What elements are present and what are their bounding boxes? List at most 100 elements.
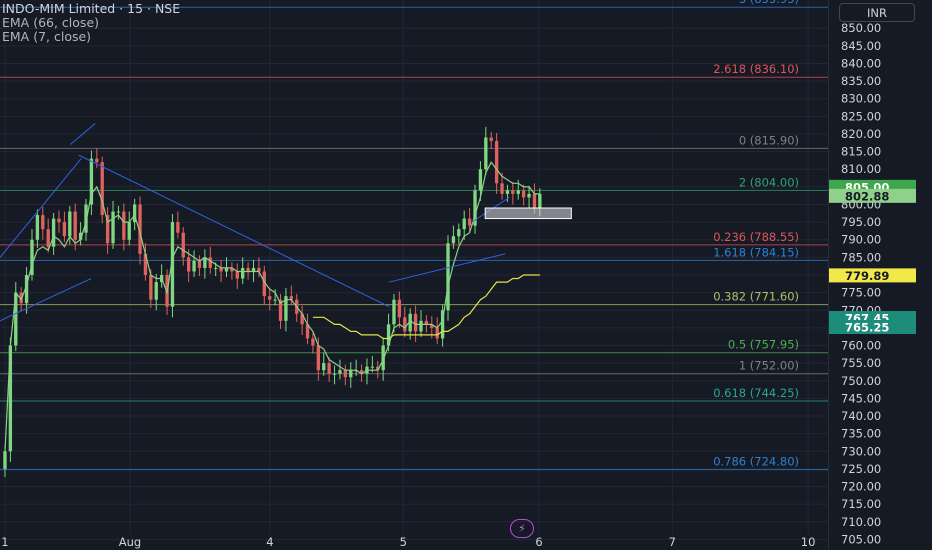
price-tick-label: 705.00 — [841, 532, 881, 546]
price-tick-label: 785.00 — [841, 250, 881, 264]
price-tick-label: 810.00 — [841, 162, 881, 176]
candle-body — [322, 363, 326, 371]
candle-body — [197, 260, 202, 268]
price-tick-label: 725.00 — [841, 462, 881, 476]
price-tick-label: 720.00 — [841, 480, 881, 494]
candle-body — [35, 215, 40, 240]
chart-legend: INDO-MIM Limited · 15 · NSE EMA (66, clo… — [2, 2, 180, 44]
candle-body — [116, 211, 121, 213]
time-tick-label: 10 — [801, 535, 816, 549]
fib-level-label: 0.236 (788.55) — [713, 230, 799, 244]
price-tick-label: 755.00 — [841, 356, 881, 370]
price-tag-label: 779.89 — [845, 269, 889, 283]
candle-body — [511, 190, 515, 194]
candle-body — [73, 211, 77, 240]
candle-body — [3, 451, 7, 469]
price-tick-label: 760.00 — [841, 339, 881, 353]
time-tick-label: 6 — [535, 535, 542, 549]
price-tick-label: 835.00 — [841, 74, 881, 88]
candle-body — [203, 257, 207, 268]
candle-body — [46, 229, 50, 247]
candle-body — [392, 299, 396, 325]
candle-body — [467, 218, 472, 226]
time-tick-label: 7 — [669, 535, 676, 549]
price-tick-label: 745.00 — [841, 391, 881, 405]
price-tick-label: 775.00 — [841, 286, 881, 300]
candle-body — [149, 275, 153, 300]
symbol-title: INDO-MIM Limited · 15 · NSE — [2, 1, 181, 16]
candle-body — [527, 193, 531, 198]
candle-body — [484, 137, 488, 170]
candle-body — [68, 211, 72, 237]
price-tick-label: 730.00 — [841, 444, 881, 458]
fib-level-label: 3 (855.95) — [739, 0, 799, 6]
fib-level-label: 0.5 (757.95) — [728, 338, 799, 352]
candle-body — [370, 366, 375, 368]
price-tick-label: 750.00 — [841, 374, 881, 388]
price-tag-label: 802.88 — [845, 189, 889, 203]
candle-body — [338, 370, 342, 374]
candle-body — [332, 373, 337, 375]
price-tick-label: 825.00 — [841, 109, 881, 123]
candle-body — [403, 317, 407, 332]
candle-body — [538, 193, 542, 209]
fib-level-label: 1.618 (784.15) — [713, 245, 799, 259]
candle-body — [462, 218, 466, 230]
range-rectangle — [484, 207, 572, 220]
candlestick-chart[interactable]: 3 (855.95) 2.618 (836.10) 0 (815.90) 2 (804… — [0, 0, 932, 550]
candle-body — [413, 313, 418, 332]
candle-body — [181, 232, 185, 258]
price-tick-label: 710.00 — [841, 515, 881, 529]
currency-button[interactable]: INR — [839, 3, 915, 22]
price-tick-label: 735.00 — [841, 427, 881, 441]
candle-body — [343, 370, 348, 378]
candle-body — [51, 218, 56, 247]
candle-body — [127, 222, 131, 240]
price-tick-label: 850.00 — [841, 21, 881, 35]
candle-body — [451, 236, 456, 244]
candle-body — [489, 137, 493, 142]
candle-body — [268, 296, 272, 300]
candle-body — [122, 211, 126, 240]
candle-body — [62, 222, 67, 237]
candle-body — [41, 215, 45, 230]
candle-body — [176, 222, 180, 233]
candle-body — [311, 338, 315, 346]
candle-body — [111, 211, 115, 244]
candle-body — [273, 299, 277, 301]
candle-body — [349, 370, 353, 378]
candle-body — [521, 190, 526, 198]
candle-body — [500, 183, 504, 194]
candle-body — [241, 267, 245, 279]
price-tick-label: 790.00 — [841, 233, 881, 247]
price-tick-label: 845.00 — [841, 39, 881, 53]
price-tick-label: 795.00 — [841, 215, 881, 229]
candle-body — [316, 345, 321, 371]
ema-slow-label: EMA (66, close) — [2, 15, 100, 30]
candle-body — [478, 169, 483, 191]
candle-body — [516, 190, 520, 194]
fib-level-label: 0.382 (771.60) — [713, 290, 799, 304]
candle-body — [397, 299, 402, 318]
price-tag-label: 765.25 — [845, 321, 889, 335]
price-tick-label: 820.00 — [841, 127, 881, 141]
candle-body — [214, 267, 218, 269]
candle-body — [192, 260, 196, 272]
candle-body — [494, 141, 499, 184]
candle-body — [208, 257, 212, 268]
candle-body — [235, 271, 239, 279]
fib-level-label: 0.786 (724.80) — [713, 455, 799, 469]
fib-level-label: 0.618 (744.25) — [713, 386, 799, 400]
candle-body — [435, 327, 439, 339]
fib-level-label: 1 (752.00) — [739, 359, 799, 373]
candle-body — [57, 218, 61, 223]
time-tick-label: 1 — [1, 535, 8, 549]
candle-body — [505, 190, 510, 194]
lightning-icon[interactable]: ⚡ — [510, 519, 534, 538]
time-tick-label: 5 — [400, 535, 407, 549]
candle-body — [327, 363, 331, 374]
candle-body — [532, 193, 537, 209]
price-tick-label: 740.00 — [841, 409, 881, 423]
candle-body — [446, 243, 450, 311]
fib-level-label: 2.618 (836.10) — [713, 62, 799, 76]
